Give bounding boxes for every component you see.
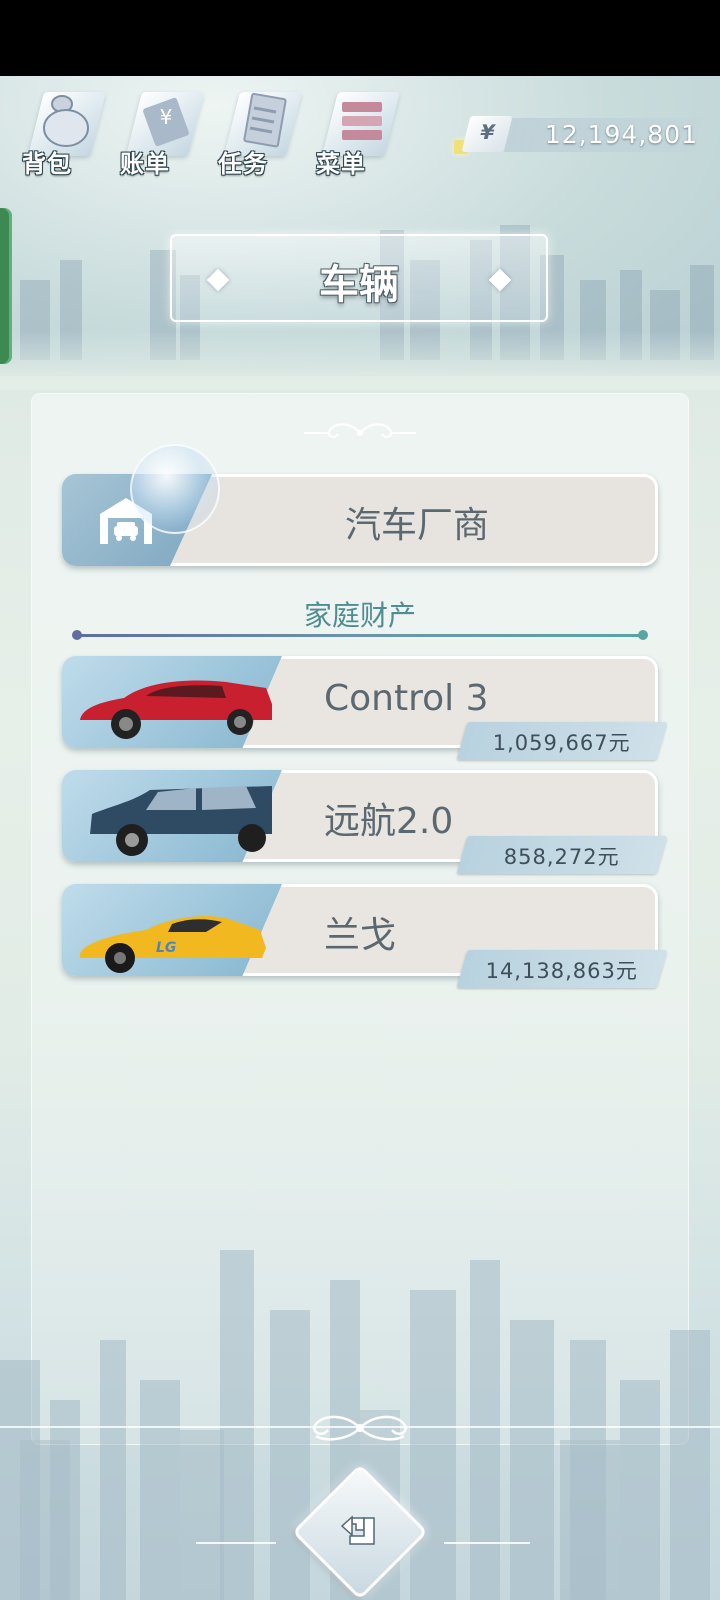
car-item[interactable]: Control 3 1,059,667元 [62,656,668,760]
red-sedan-icon [80,680,272,739]
menu-label: 账单 [120,150,170,178]
car-price-tag: 1,059,667元 [456,722,668,760]
menu-button-menu[interactable]: 菜单 [314,84,400,180]
car-name: Control 3 [324,678,489,719]
yen-icon: ¥ [461,116,513,152]
car-price-tag: 858,272元 [456,836,668,874]
menu-label: 菜单 [316,150,366,178]
haze [0,330,720,390]
car-price-tag: 14,138,863元 [456,950,668,988]
menu-button-bag[interactable]: 背包 [20,84,106,180]
decorative-line [444,1542,530,1544]
car-item[interactable]: 远航2.0 858,272元 [62,770,668,874]
page-title: 车辆 [319,262,399,308]
page-title-banner: 车辆 [170,234,548,322]
top-menu: 背包 ¥ 账单 任务 菜单 [20,84,420,184]
scroll-ornament-icon [313,1415,407,1441]
car-price: 1,059,667元 [492,731,631,755]
decorative-line [196,1542,276,1544]
svg-text:LG: LG [156,940,176,956]
bubble-icon [130,444,220,534]
status-bar [0,0,720,76]
car-name: 兰戈 [324,915,397,956]
menu-icon [342,102,382,140]
car-item[interactable]: LG 兰戈 14,138,863元 [62,884,668,988]
menu-label: 背包 [22,150,72,178]
money-value: 12,194,801 [544,120,698,149]
manufacturer-label: 汽车厂商 [344,505,489,546]
back-arrow-icon [340,1515,375,1545]
section-title: 家庭财产 [303,599,416,632]
section-divider [72,630,648,640]
scroll-ornament-icon [304,423,416,438]
car-price: 14,138,863元 [485,959,638,983]
yellow-sportscar-icon: LG [80,916,266,973]
blue-suv-icon [90,786,272,856]
bag-icon [43,95,89,147]
menu-button-task[interactable]: 任务 [216,84,302,180]
car-price: 858,272元 [503,845,620,869]
bill-icon: ¥ [143,97,189,147]
menu-button-bill[interactable]: ¥ 账单 [118,84,204,180]
svg-text:¥: ¥ [160,105,173,129]
side-drawer-handle[interactable] [0,208,12,364]
task-icon [243,92,287,148]
car-name: 远航2.0 [324,801,454,842]
money-display: ¥ 12,194,801 [452,116,703,156]
menu-label: 任务 [218,150,268,178]
